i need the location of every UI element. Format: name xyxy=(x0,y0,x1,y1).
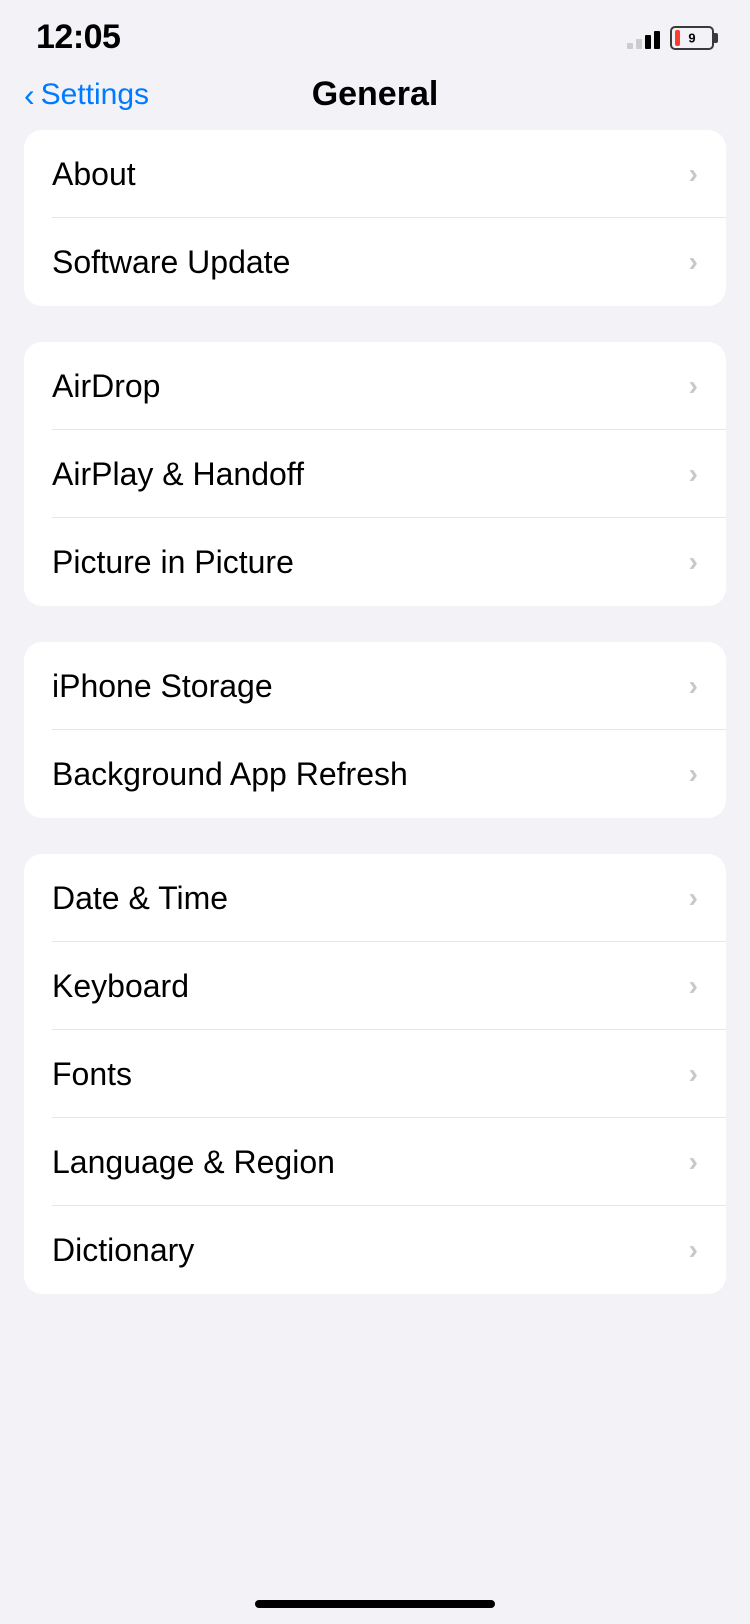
settings-row-dictionary[interactable]: Dictionary › xyxy=(24,1206,726,1294)
nav-bar: ‹ Settings General xyxy=(0,67,750,130)
language-region-label: Language & Region xyxy=(52,1144,335,1181)
software-update-chevron-icon: › xyxy=(689,246,698,278)
signal-icon xyxy=(627,27,660,49)
settings-row-fonts[interactable]: Fonts › xyxy=(24,1030,726,1118)
settings-row-background-app-refresh[interactable]: Background App Refresh › xyxy=(24,730,726,818)
about-chevron-icon: › xyxy=(689,158,698,190)
language-region-chevron-icon: › xyxy=(689,1146,698,1178)
back-label: Settings xyxy=(41,78,149,112)
background-app-refresh-chevron-icon: › xyxy=(689,758,698,790)
date-time-label: Date & Time xyxy=(52,880,228,917)
settings-row-software-update[interactable]: Software Update › xyxy=(24,218,726,306)
status-time: 12:05 xyxy=(36,18,120,57)
airdrop-chevron-icon: › xyxy=(689,370,698,402)
airplay-handoff-label: AirPlay & Handoff xyxy=(52,456,304,493)
settings-row-language-region[interactable]: Language & Region › xyxy=(24,1118,726,1206)
picture-in-picture-label: Picture in Picture xyxy=(52,544,294,581)
battery-icon: 9 xyxy=(670,26,714,50)
back-button[interactable]: ‹ Settings xyxy=(24,78,149,112)
status-bar: 12:05 9 xyxy=(0,0,750,67)
settings-row-picture-in-picture[interactable]: Picture in Picture › xyxy=(24,518,726,606)
fonts-label: Fonts xyxy=(52,1056,132,1093)
settings-row-keyboard[interactable]: Keyboard › xyxy=(24,942,726,1030)
keyboard-chevron-icon: › xyxy=(689,970,698,1002)
settings-row-about[interactable]: About › xyxy=(24,130,726,218)
keyboard-label: Keyboard xyxy=(52,968,189,1005)
date-time-chevron-icon: › xyxy=(689,882,698,914)
home-indicator xyxy=(255,1600,495,1608)
settings-group-2: AirDrop › AirPlay & Handoff › Picture in… xyxy=(24,342,726,606)
settings-row-iphone-storage[interactable]: iPhone Storage › xyxy=(24,642,726,730)
picture-in-picture-chevron-icon: › xyxy=(689,546,698,578)
settings-group-3: iPhone Storage › Background App Refresh … xyxy=(24,642,726,818)
iphone-storage-label: iPhone Storage xyxy=(52,668,273,705)
airdrop-label: AirDrop xyxy=(52,368,160,405)
back-chevron-icon: ‹ xyxy=(24,79,35,111)
background-app-refresh-label: Background App Refresh xyxy=(52,756,408,793)
about-label: About xyxy=(52,156,136,193)
settings-group-1: About › Software Update › xyxy=(24,130,726,306)
settings-row-date-time[interactable]: Date & Time › xyxy=(24,854,726,942)
dictionary-chevron-icon: › xyxy=(689,1234,698,1266)
fonts-chevron-icon: › xyxy=(689,1058,698,1090)
airplay-handoff-chevron-icon: › xyxy=(689,458,698,490)
status-icons: 9 xyxy=(627,26,714,50)
settings-group-4: Date & Time › Keyboard › Fonts › Languag… xyxy=(24,854,726,1294)
software-update-label: Software Update xyxy=(52,244,290,281)
settings-container: About › Software Update › AirDrop › AirP… xyxy=(0,130,750,1294)
settings-row-airdrop[interactable]: AirDrop › xyxy=(24,342,726,430)
page-title: General xyxy=(312,75,439,114)
settings-row-airplay-handoff[interactable]: AirPlay & Handoff › xyxy=(24,430,726,518)
dictionary-label: Dictionary xyxy=(52,1232,194,1269)
iphone-storage-chevron-icon: › xyxy=(689,670,698,702)
